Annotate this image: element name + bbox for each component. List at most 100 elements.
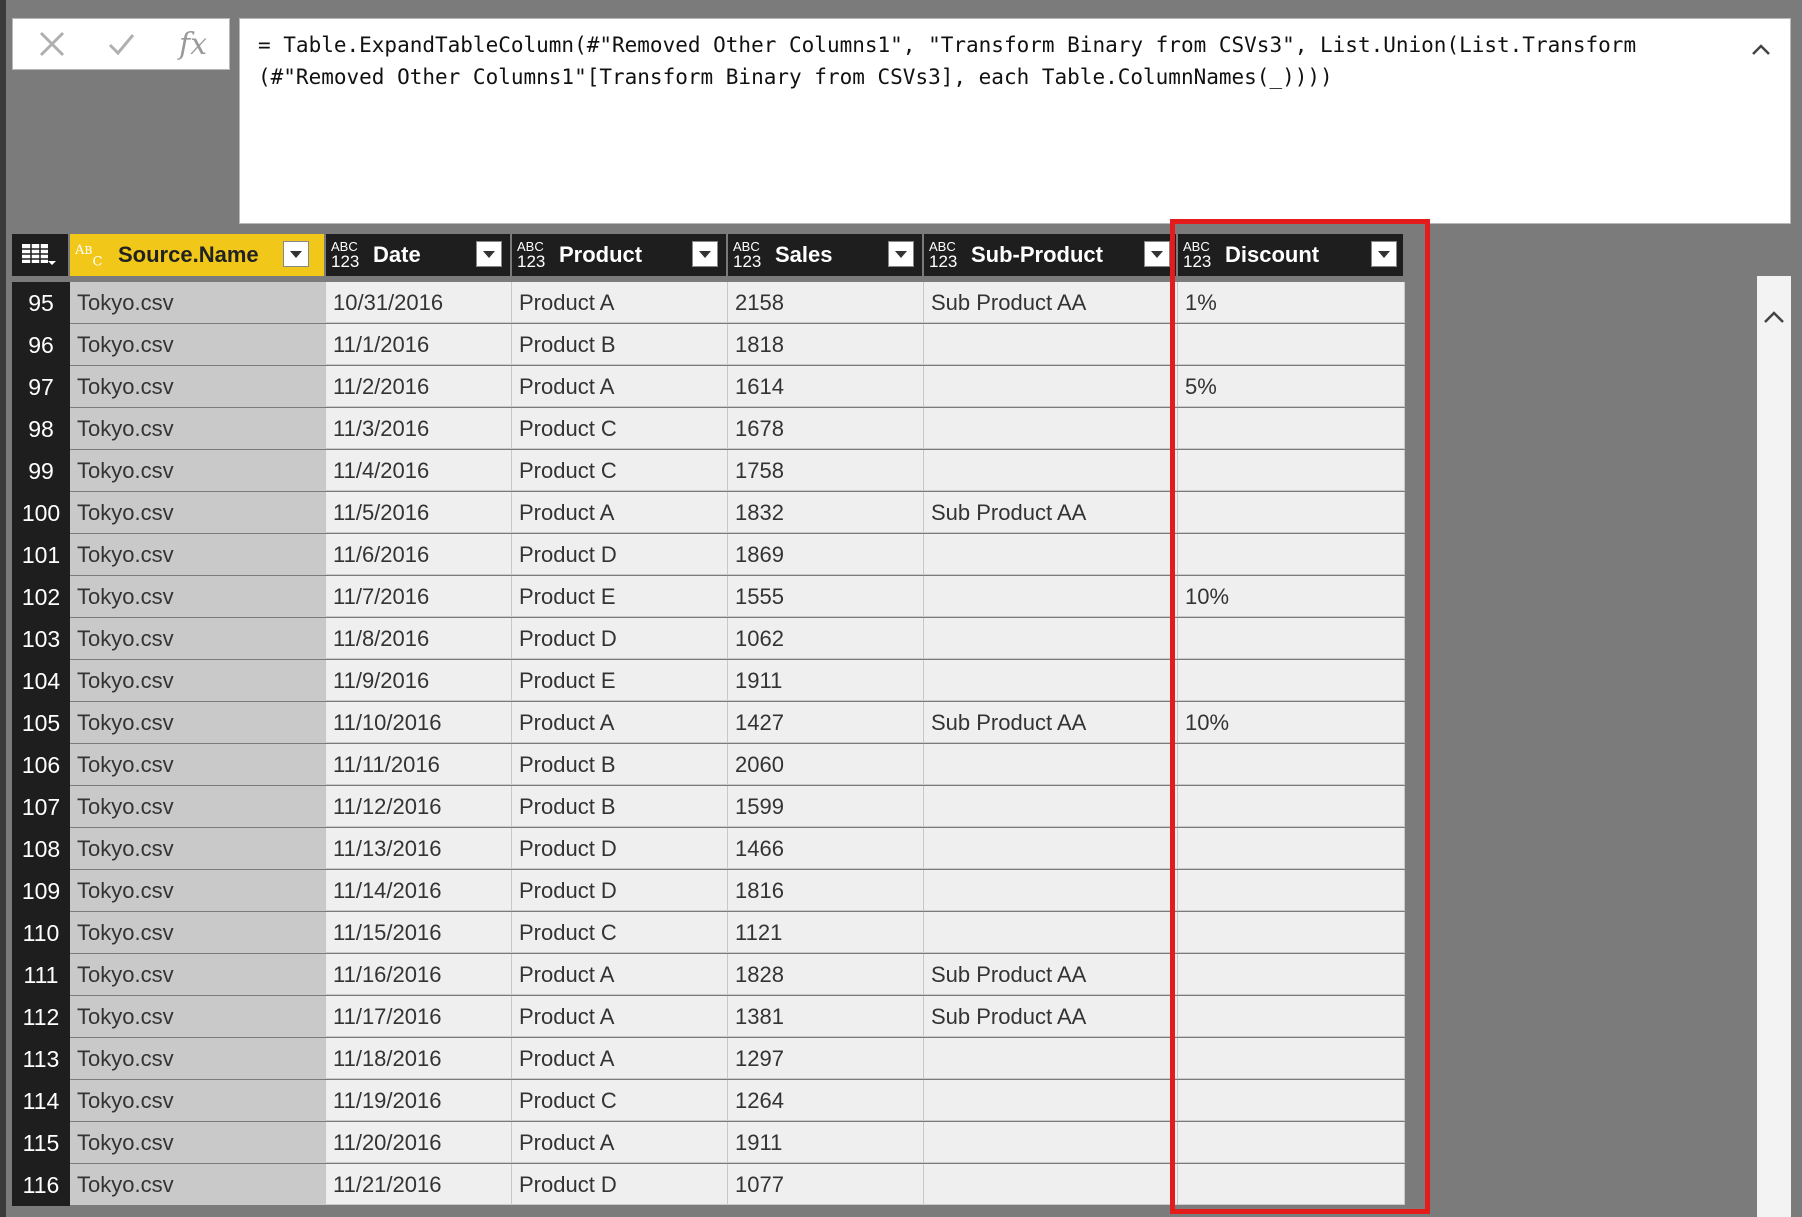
row-number[interactable]: 113 — [12, 1038, 70, 1080]
cell-source-name[interactable]: Tokyo.csv — [70, 912, 326, 953]
cell-product[interactable]: Product E — [512, 660, 728, 701]
cell-discount[interactable] — [1178, 1080, 1405, 1121]
row-number[interactable]: 106 — [12, 744, 70, 786]
cell-sub-product[interactable] — [924, 786, 1178, 827]
row-number[interactable]: 116 — [12, 1164, 70, 1206]
cell-discount[interactable] — [1178, 744, 1405, 785]
commit-button[interactable] — [91, 19, 151, 69]
cell-source-name[interactable]: Tokyo.csv — [70, 618, 326, 659]
cell-sales[interactable]: 1466 — [728, 828, 924, 869]
cell-date[interactable]: 11/1/2016 — [326, 324, 512, 365]
cell-sub-product[interactable] — [924, 744, 1178, 785]
cell-product[interactable]: Product D — [512, 828, 728, 869]
row-number[interactable]: 98 — [12, 408, 70, 450]
table-row[interactable]: 95 Tokyo.csv 10/31/2016 Product A 2158 Sub Pr… — [12, 282, 1405, 324]
table-row[interactable]: 102 Tokyo.csv 11/7/2016 Product E 1555 10% — [12, 576, 1405, 618]
cell-discount[interactable] — [1178, 1164, 1405, 1205]
cell-product[interactable]: Product D — [512, 618, 728, 659]
formula-text[interactable]: = Table.ExpandTableColumn(#"Removed Othe… — [258, 29, 1728, 93]
cell-source-name[interactable]: Tokyo.csv — [70, 492, 326, 533]
cell-discount[interactable] — [1178, 450, 1405, 491]
cell-product[interactable]: Product C — [512, 408, 728, 449]
cell-discount[interactable] — [1178, 1038, 1405, 1079]
cell-sales[interactable]: 1121 — [728, 912, 924, 953]
cell-sales[interactable]: 1077 — [728, 1164, 924, 1205]
cell-date[interactable]: 11/8/2016 — [326, 618, 512, 659]
cell-source-name[interactable]: Tokyo.csv — [70, 534, 326, 575]
cell-product[interactable]: Product C — [512, 1080, 728, 1121]
cell-discount[interactable]: 10% — [1178, 702, 1405, 743]
cell-product[interactable]: Product D — [512, 870, 728, 911]
row-number[interactable]: 104 — [12, 660, 70, 702]
cell-source-name[interactable]: Tokyo.csv — [70, 324, 326, 365]
cell-sales[interactable]: 1869 — [728, 534, 924, 575]
filter-dropdown-icon[interactable] — [1371, 241, 1397, 267]
any-type-icon[interactable]: ABC 123 — [517, 240, 551, 270]
cell-discount[interactable] — [1178, 660, 1405, 701]
cell-source-name[interactable]: Tokyo.csv — [70, 660, 326, 701]
text-type-icon[interactable]: ABC — [75, 244, 109, 274]
row-number[interactable]: 101 — [12, 534, 70, 576]
cancel-button[interactable] — [27, 19, 77, 69]
cell-date[interactable]: 11/5/2016 — [326, 492, 512, 533]
cell-product[interactable]: Product C — [512, 912, 728, 953]
table-row[interactable]: 116 Tokyo.csv 11/21/2016 Product D 1077 — [12, 1164, 1405, 1206]
cell-date[interactable]: 11/2/2016 — [326, 366, 512, 407]
column-header-sub-product[interactable]: ABC 123 Sub-Product — [924, 234, 1178, 276]
cell-discount[interactable] — [1178, 618, 1405, 659]
filter-dropdown-icon[interactable] — [283, 241, 309, 267]
cell-sales[interactable]: 1614 — [728, 366, 924, 407]
cell-product[interactable]: Product A — [512, 282, 728, 323]
any-type-icon[interactable]: ABC 123 — [929, 240, 963, 270]
cell-source-name[interactable]: Tokyo.csv — [70, 954, 326, 995]
cell-sales[interactable]: 1599 — [728, 786, 924, 827]
cell-discount[interactable] — [1178, 534, 1405, 575]
cell-date[interactable]: 11/17/2016 — [326, 996, 512, 1037]
cell-product[interactable]: Product D — [512, 1164, 728, 1205]
filter-dropdown-icon[interactable] — [476, 241, 502, 267]
table-row[interactable]: 97 Tokyo.csv 11/2/2016 Product A 1614 5% — [12, 366, 1405, 408]
cell-date[interactable]: 11/12/2016 — [326, 786, 512, 827]
cell-source-name[interactable]: Tokyo.csv — [70, 744, 326, 785]
cell-sub-product[interactable]: Sub Product AA — [924, 282, 1178, 323]
cell-product[interactable]: Product B — [512, 786, 728, 827]
table-row[interactable]: 104 Tokyo.csv 11/9/2016 Product E 1911 — [12, 660, 1405, 702]
cell-sales[interactable]: 1678 — [728, 408, 924, 449]
cell-date[interactable]: 11/19/2016 — [326, 1080, 512, 1121]
insert-function-button[interactable]: fx — [163, 19, 223, 69]
cell-sales[interactable]: 2060 — [728, 744, 924, 785]
cell-discount[interactable] — [1178, 996, 1405, 1037]
table-row[interactable]: 105 Tokyo.csv 11/10/2016 Product A 1427 Sub P… — [12, 702, 1405, 744]
table-row[interactable]: 108 Tokyo.csv 11/13/2016 Product D 1466 — [12, 828, 1405, 870]
table-row[interactable]: 110 Tokyo.csv 11/15/2016 Product C 1121 — [12, 912, 1405, 954]
any-type-icon[interactable]: ABC 123 — [331, 240, 365, 270]
cell-source-name[interactable]: Tokyo.csv — [70, 1122, 326, 1163]
row-number[interactable]: 107 — [12, 786, 70, 828]
cell-sub-product[interactable]: Sub Product AA — [924, 954, 1178, 995]
column-header-product[interactable]: ABC 123 Product — [512, 234, 728, 276]
cell-sub-product[interactable] — [924, 576, 1178, 617]
cell-discount[interactable] — [1178, 1122, 1405, 1163]
cell-discount[interactable]: 10% — [1178, 576, 1405, 617]
cell-sales[interactable]: 2158 — [728, 282, 924, 323]
table-row[interactable]: 100 Tokyo.csv 11/5/2016 Product A 1832 Sub Pr… — [12, 492, 1405, 534]
cell-discount[interactable] — [1178, 912, 1405, 953]
row-number[interactable]: 108 — [12, 828, 70, 870]
cell-discount[interactable] — [1178, 954, 1405, 995]
table-row[interactable]: 107 Tokyo.csv 11/12/2016 Product B 1599 — [12, 786, 1405, 828]
cell-source-name[interactable]: Tokyo.csv — [70, 828, 326, 869]
cell-date[interactable]: 11/11/2016 — [326, 744, 512, 785]
cell-sub-product[interactable] — [924, 408, 1178, 449]
vertical-scrollbar[interactable] — [1757, 276, 1791, 1217]
cell-date[interactable]: 11/4/2016 — [326, 450, 512, 491]
cell-source-name[interactable]: Tokyo.csv — [70, 786, 326, 827]
cell-date[interactable]: 11/13/2016 — [326, 828, 512, 869]
cell-product[interactable]: Product A — [512, 366, 728, 407]
cell-date[interactable]: 11/18/2016 — [326, 1038, 512, 1079]
cell-date[interactable]: 11/15/2016 — [326, 912, 512, 953]
table-row[interactable]: 113 Tokyo.csv 11/18/2016 Product A 1297 — [12, 1038, 1405, 1080]
cell-sales[interactable]: 1818 — [728, 324, 924, 365]
table-row[interactable]: 109 Tokyo.csv 11/14/2016 Product D 1816 — [12, 870, 1405, 912]
cell-sub-product[interactable] — [924, 660, 1178, 701]
row-number[interactable]: 97 — [12, 366, 70, 408]
